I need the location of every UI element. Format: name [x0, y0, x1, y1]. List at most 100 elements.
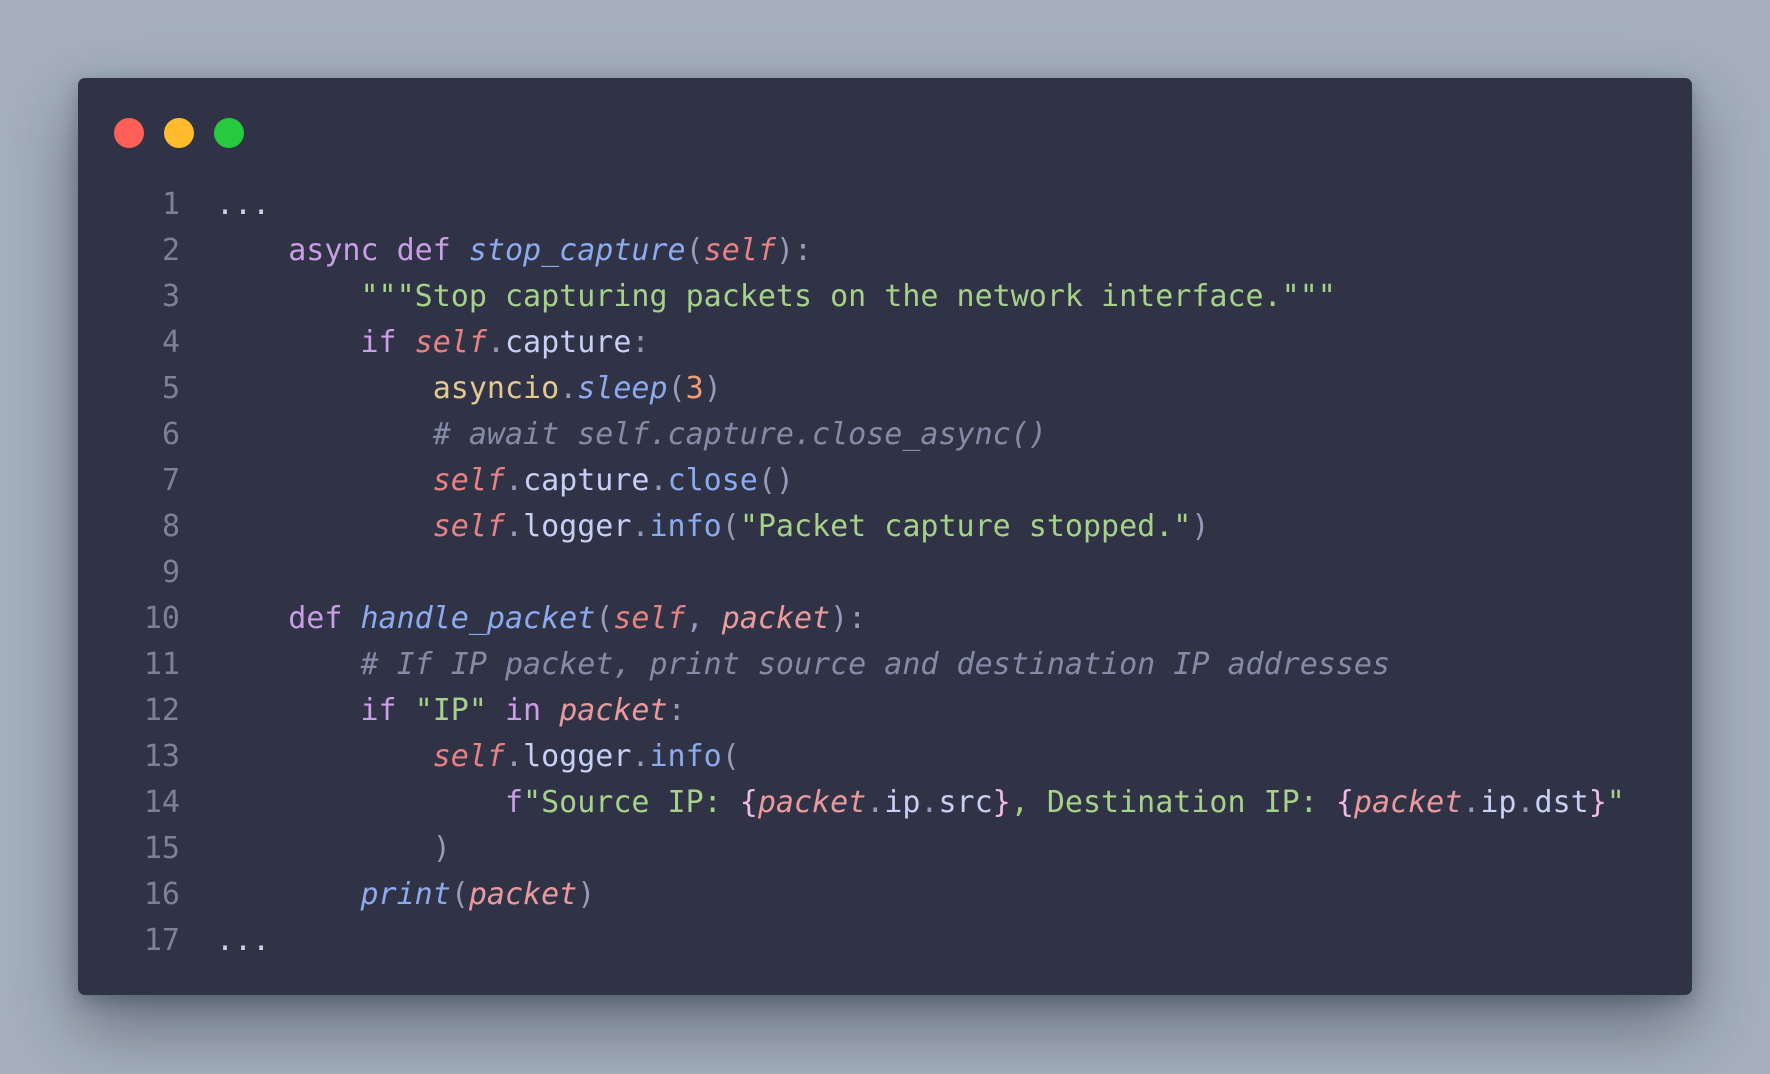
code-token: ...: [216, 923, 271, 958]
code-token: self: [613, 601, 686, 636]
code-token: .: [1516, 785, 1535, 820]
code-line: 4 if self.capture:: [114, 320, 1672, 366]
code-token: packet: [757, 785, 867, 820]
line-source: async def stop_capture(self):: [180, 228, 812, 274]
code-token: self: [703, 233, 776, 268]
code-token: {: [739, 785, 758, 820]
line-source: self.capture.close(): [180, 458, 794, 504]
code-token: .: [505, 463, 524, 498]
code-token: info: [649, 509, 722, 544]
code-line: 9: [114, 550, 1672, 596]
code-token: self: [432, 509, 505, 544]
code-token: ": [1606, 785, 1625, 820]
code-token: handle_packet: [360, 601, 596, 636]
code-window: 1... 2 async def stop_capture(self): 3 """…: [78, 78, 1692, 995]
code-token: ): [577, 877, 596, 912]
code-line: 2 async def stop_capture(self):: [114, 228, 1672, 274]
line-number: 12: [143, 693, 180, 728]
line-source: self.logger.info(: [180, 734, 740, 780]
code-token: if: [360, 325, 397, 360]
line-number: 15: [143, 831, 180, 866]
code-token: stop_capture: [468, 233, 686, 268]
code-token: :: [667, 693, 686, 728]
code-line: 8 self.logger.info("Packet capture stopp…: [114, 504, 1672, 550]
line-source: f"Source IP: {packet.ip.src}, Destinatio…: [180, 780, 1625, 826]
code-token: def: [288, 601, 343, 636]
maximize-window-icon[interactable]: [214, 118, 244, 148]
code-token: info: [649, 739, 722, 774]
line-number: 13: [143, 739, 180, 774]
line-source: ): [180, 826, 451, 872]
line-number: 3: [161, 279, 180, 314]
code-token: .: [505, 739, 524, 774]
line-number: 8: [161, 509, 180, 544]
line-number: 7: [161, 463, 180, 498]
code-line: 5 asyncio.sleep(3): [114, 366, 1672, 412]
line-source: if "IP" in packet:: [180, 688, 686, 734]
line-source: ...: [180, 182, 270, 228]
line-number: 4: [161, 325, 180, 360]
close-window-icon[interactable]: [114, 118, 144, 148]
code-token: :: [631, 325, 650, 360]
line-source: asyncio.sleep(3): [180, 366, 722, 412]
code-token: if: [360, 693, 397, 728]
code-token: packet: [1353, 785, 1463, 820]
code-token: self: [432, 739, 505, 774]
code-line: 6 # await self.capture.close_async(): [114, 412, 1672, 458]
code-line: 7 self.capture.close(): [114, 458, 1672, 504]
line-source: def handle_packet(self, packet):: [180, 596, 866, 642]
code-token: .: [559, 371, 578, 406]
line-number: 14: [143, 785, 180, 820]
code-token: ,: [685, 601, 722, 636]
line-number: 10: [143, 601, 180, 636]
line-number: 17: [143, 923, 180, 958]
code-token: .: [866, 785, 885, 820]
code-token: ): [703, 371, 722, 406]
line-source: """Stop capturing packets on the network…: [180, 274, 1336, 320]
line-number: 16: [143, 877, 180, 912]
code-token: def: [396, 233, 451, 268]
code-token: capture: [523, 463, 650, 498]
code-token: # If IP packet, print source and destina…: [360, 647, 1391, 682]
code-token: .: [631, 739, 650, 774]
code-token: capture: [505, 325, 632, 360]
code-line: 10 def handle_packet(self, packet):: [114, 596, 1672, 642]
code-token: ): [1191, 509, 1210, 544]
code-token: .: [486, 325, 505, 360]
line-number: 9: [161, 555, 180, 590]
code-token: self: [414, 325, 487, 360]
code-token: close: [667, 463, 758, 498]
code-token: (: [721, 739, 740, 774]
code-line: 3 """Stop capturing packets on the netwo…: [114, 274, 1672, 320]
code-token: ):: [830, 601, 867, 636]
code-token: self: [432, 463, 505, 498]
code-token: "IP": [414, 693, 487, 728]
code-token: print: [360, 877, 451, 912]
code-token: in: [505, 693, 542, 728]
line-source: self.logger.info("Packet capture stopped…: [180, 504, 1210, 550]
code-line: 11 # If IP packet, print source and dest…: [114, 642, 1672, 688]
minimize-window-icon[interactable]: [164, 118, 194, 148]
code-token: f: [504, 785, 524, 820]
code-line: 12 if "IP" in packet:: [114, 688, 1672, 734]
line-source: print(packet): [180, 872, 596, 918]
code-token: logger: [523, 509, 632, 544]
code-token: ):: [775, 233, 813, 268]
code-token: packet: [468, 877, 578, 912]
code-token: .: [505, 509, 524, 544]
line-source: if self.capture:: [180, 320, 650, 366]
line-source: [180, 550, 216, 596]
line-source: # await self.capture.close_async(): [180, 412, 1047, 458]
code-token: (: [450, 877, 469, 912]
